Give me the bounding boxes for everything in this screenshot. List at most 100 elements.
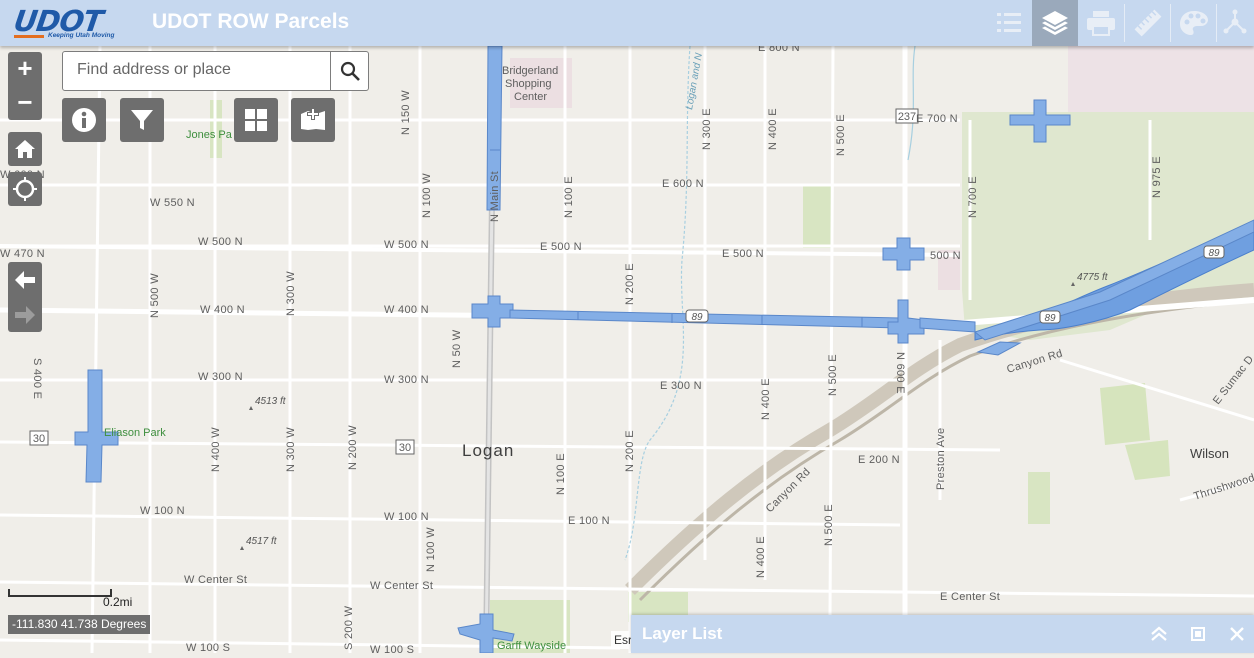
search-button[interactable] [330,52,368,90]
svg-text:E 500 N: E 500 N [722,248,764,260]
svg-text:4513 ft: 4513 ft [255,396,287,407]
svg-text:N 500 W: N 500 W [149,273,161,318]
info-button[interactable] [62,98,106,142]
next-extent-button[interactable] [8,297,42,332]
svg-text:W 470 N: W 470 N [0,248,45,260]
share-button[interactable] [1212,0,1254,46]
zoom-in-button[interactable]: + [8,52,42,86]
svg-text:Shopping: Shopping [505,78,552,90]
filter-button[interactable] [120,98,164,142]
extent-nav [8,262,42,332]
svg-text:N 600 E: N 600 E [894,352,906,394]
svg-text:W 550 N: W 550 N [150,197,195,209]
svg-text:N 975 E: N 975 E [1151,156,1163,198]
grid-icon [245,109,267,131]
zoom-out-button[interactable]: − [8,86,42,120]
svg-text:N 100 W: N 100 W [425,527,437,572]
maximize-panel-button[interactable] [1188,624,1208,644]
svg-text:Center: Center [514,91,547,103]
svg-text:W 100 N: W 100 N [140,505,185,517]
layers-icon [1042,11,1068,35]
svg-text:Eliason Park: Eliason Park [104,427,166,439]
svg-text:89: 89 [1044,313,1056,324]
basemap-button[interactable] [1171,0,1217,46]
svg-text:W 100 N: W 100 N [384,511,429,523]
svg-text:E 200 N: E 200 N [858,454,900,466]
svg-text:Bridgerland: Bridgerland [502,65,558,77]
scale-label: 0.2mi [103,595,133,609]
filter-icon [131,110,153,130]
svg-text:30: 30 [33,433,45,445]
svg-text:W 300 N: W 300 N [198,371,243,383]
crosshair-icon [13,177,37,201]
palette-icon [1180,11,1208,35]
svg-text:N 200 E: N 200 E [624,263,636,305]
print-icon [1087,11,1115,36]
svg-text:E 600 N: E 600 N [662,178,704,190]
expand-panel-button[interactable] [1149,624,1169,644]
basemap: 237 30 30 89 89 89 E 800 N E 700 N E 600… [0,42,1254,656]
svg-text:E Center St: E Center St [940,591,1000,603]
svg-text:N 100 W: N 100 W [421,173,433,218]
svg-text:N 200 E: N 200 E [624,430,636,472]
svg-text:N 400 E: N 400 E [760,378,772,420]
zoom-control: + − [8,52,42,120]
svg-text:N 300 W: N 300 W [285,271,297,316]
ruler-icon [1134,9,1162,37]
svg-text:89: 89 [1208,248,1220,259]
svg-text:N 300 E: N 300 E [701,108,713,150]
svg-text:E 100 N: E 100 N [568,515,610,527]
svg-text:N 400 E: N 400 E [755,536,767,578]
previous-extent-button[interactable] [8,262,42,297]
svg-text:W 100 S: W 100 S [370,644,414,653]
search-input[interactable] [63,52,337,88]
info-icon [72,108,96,132]
svg-text:237: 237 [898,111,916,123]
svg-text:N 500 E: N 500 E [823,504,835,546]
map-view[interactable]: 237 30 30 89 89 89 E 800 N E 700 N E 600… [0,42,1254,656]
app-header: UDOT Keeping Utah Moving UDOT ROW Parcel… [0,0,1254,46]
svg-text:W 500 N: W 500 N [198,236,243,248]
home-button[interactable] [8,132,42,166]
svg-text:4775 ft: 4775 ft [1077,272,1109,283]
svg-text:W 100 S: W 100 S [186,642,230,653]
measure-button[interactable] [1125,0,1171,46]
svg-text:89: 89 [691,312,703,323]
legend-button[interactable] [986,0,1032,46]
svg-text:N Main St: N Main St [489,171,501,222]
layers-button[interactable] [1032,0,1078,46]
svg-text:N 500 E: N 500 E [835,114,847,156]
svg-text:N 100 E: N 100 E [555,453,567,495]
svg-text:N 200 W: N 200 W [347,425,359,470]
svg-text:W Center St: W Center St [370,580,433,592]
svg-text:Jones Pa: Jones Pa [186,129,233,141]
add-data-button[interactable] [291,98,335,142]
close-icon [1230,627,1244,641]
add-map-icon [301,108,325,130]
locate-button[interactable] [8,172,42,206]
list-icon [997,13,1021,32]
svg-text:W Center St: W Center St [184,574,247,586]
svg-text:N 300 W: N 300 W [285,427,297,472]
city-label: Logan [462,441,514,460]
svg-text:S 400 E: S 400 E [31,358,43,399]
svg-text:N 150 W: N 150 W [400,90,412,135]
chevron-up-double-icon [1151,626,1167,641]
grid-button[interactable] [234,98,278,142]
svg-text:Preston Ave: Preston Ave [935,428,947,490]
svg-text:E 700 N: E 700 N [916,113,958,125]
svg-text:E 800 N: E 800 N [758,46,800,54]
svg-text:W 300 N: W 300 N [384,374,429,386]
svg-text:N 700 E: N 700 E [967,176,979,218]
print-button[interactable] [1078,0,1124,46]
layer-list-panel: Layer List [631,615,1254,653]
svg-text:N 400 W: N 400 W [210,427,222,472]
maximize-icon [1191,627,1205,641]
svg-text:500 N: 500 N [930,250,961,262]
svg-text:N 500 E: N 500 E [827,354,839,396]
app-title: UDOT ROW Parcels [152,10,350,33]
svg-text:W 400 N: W 400 N [384,304,429,316]
coordinate-readout: -111.830 41.738 Degrees [8,615,151,634]
close-panel-button[interactable] [1227,624,1247,644]
svg-text:4517 ft: 4517 ft [246,536,278,547]
